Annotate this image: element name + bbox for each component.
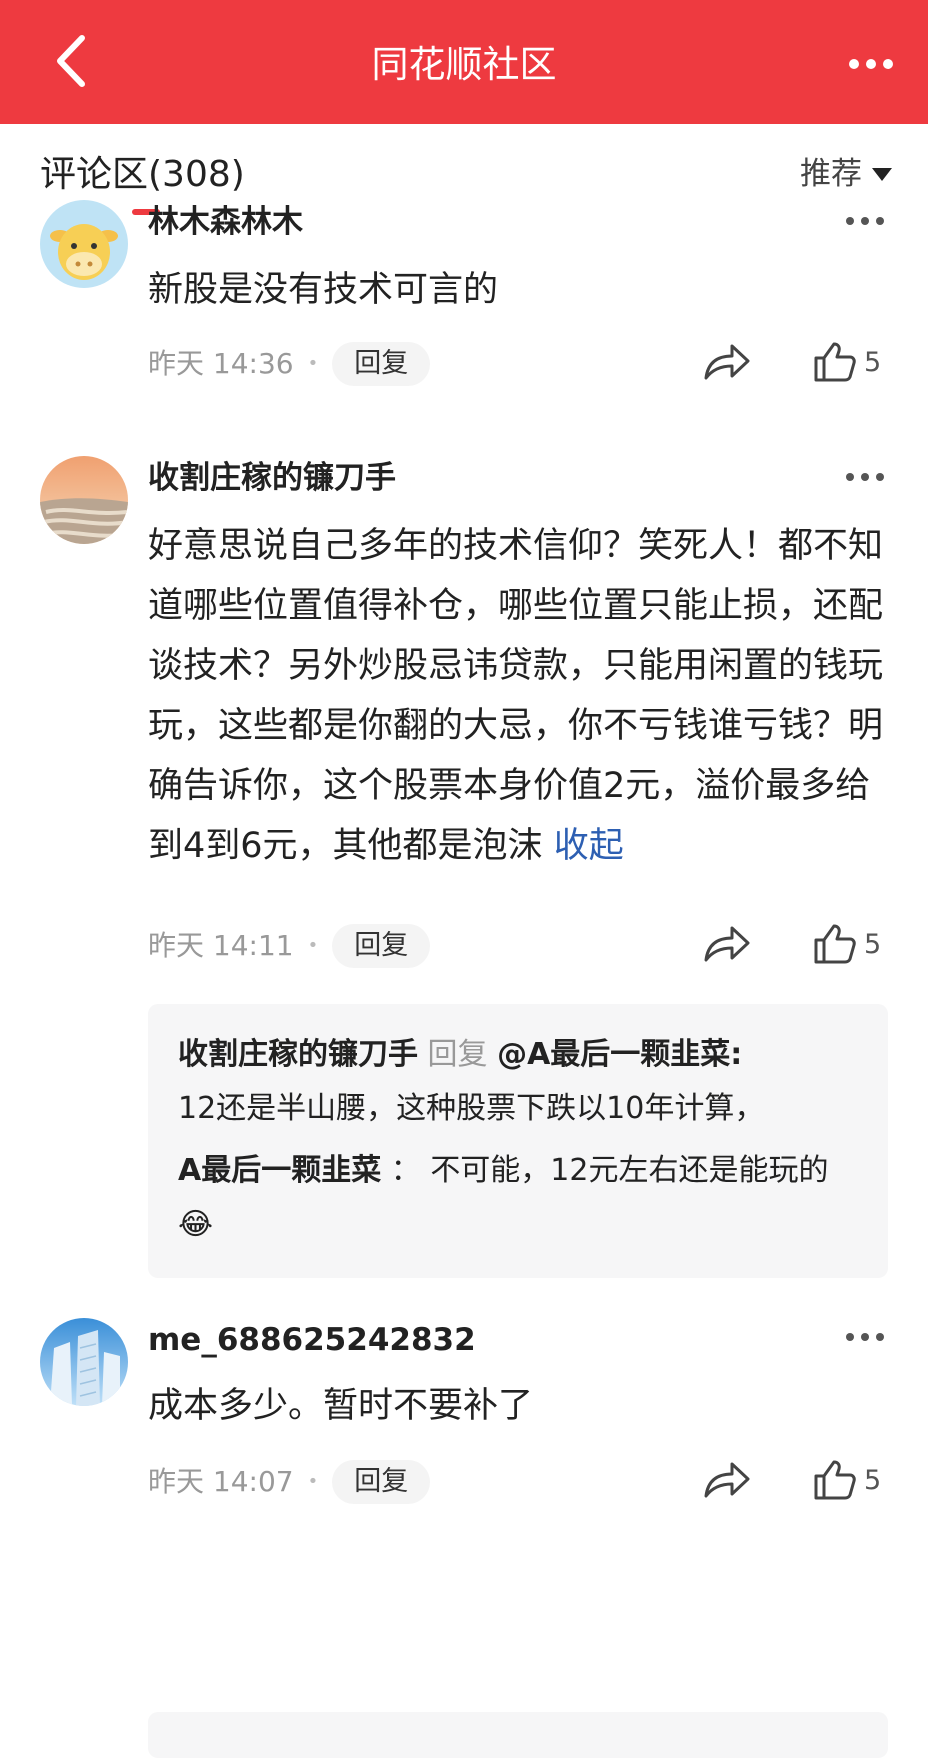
more-dots-icon [846, 473, 884, 481]
top-navigation-bar: 同花顺社区 [0, 0, 928, 124]
more-dots-icon [846, 217, 884, 225]
replies-box-partial [148, 1712, 888, 1758]
comment-time: 昨天 14:11 [148, 929, 294, 962]
like-count: 5 [864, 346, 882, 378]
like-button[interactable]: 5 [812, 1458, 906, 1502]
reply-username[interactable]: 收割庄稼的镰刀手 [178, 1037, 418, 1072]
username[interactable]: 林木森林木 [148, 200, 303, 244]
like-button[interactable]: 5 [812, 340, 906, 384]
share-button[interactable] [700, 922, 752, 966]
comment-meta: 昨天 14:07 • 回复 [148, 1460, 431, 1504]
like-count: 5 [864, 928, 882, 960]
comment-more-button[interactable] [842, 206, 888, 236]
comment-meta: 昨天 14:36 • 回复 [148, 342, 431, 386]
replies-box: 收割庄稼的镰刀手 回复 @A最后一颗韭菜: 12还是半山腰，这种股票下跌以10年… [148, 1004, 888, 1278]
comment-text: 新股是没有技术可言的 [148, 270, 499, 310]
reply-word: 回复 [427, 1037, 488, 1072]
comment-text: 好意思说自己多年的技术信仰？笑死人！都不知道哪些位置值得补仓，哪些位置只能止损，… [148, 516, 893, 876]
comment-text: 成本多少。暂时不要补了 [148, 1386, 534, 1426]
comment-time: 昨天 14:07 [148, 1465, 294, 1498]
avatar[interactable] [40, 456, 128, 544]
like-count: 5 [864, 1464, 882, 1496]
reply-username[interactable]: A最后一颗韭菜 [178, 1153, 381, 1188]
thumbs-up-icon [814, 342, 856, 382]
comment-item: 收割庄稼的镰刀手 好意思说自己多年的技术信仰？笑死人！都不知道哪些位置值得补仓，… [0, 456, 928, 1406]
reply-button[interactable]: 回复 [332, 924, 431, 968]
comment-more-button[interactable] [842, 1322, 888, 1352]
caret-down-icon [872, 167, 892, 181]
reply-item[interactable]: 收割庄稼的镰刀手 回复 @A最后一颗韭菜: 12还是半山腰，这种股票下跌以10年… [178, 1028, 868, 1136]
reply-item[interactable]: A最后一颗韭菜 ： 不可能，12元左右还是能玩的 😂 [178, 1144, 868, 1252]
collapse-link[interactable]: 收起 [554, 826, 624, 866]
dot-separator: • [307, 935, 319, 956]
comment-meta: 昨天 14:11 • 回复 [148, 924, 431, 968]
page-title: 同花顺社区 [371, 43, 557, 86]
username[interactable]: 收割庄稼的镰刀手 [148, 456, 396, 500]
comment-more-button[interactable] [842, 462, 888, 492]
comments-section-title: 评论区(308) [40, 154, 245, 195]
reply-target[interactable]: @A最后一颗韭菜: [497, 1037, 742, 1072]
share-arrow-icon [704, 344, 750, 380]
more-options-button[interactable] [836, 44, 906, 84]
reply-separator: ： [390, 1153, 421, 1188]
comment-time: 昨天 14:36 [148, 347, 294, 380]
dot-separator: • [307, 353, 319, 374]
landscape-avatar-icon [40, 456, 128, 544]
laughing-emoji-icon: 😂 [178, 1207, 214, 1242]
share-button[interactable] [700, 340, 752, 384]
building-avatar-icon [40, 1318, 128, 1406]
reply-text: 不可能，12元左右还是能玩的 [430, 1153, 829, 1188]
reply-text: 12还是半山腰，这种股票下跌以10年计算， [178, 1091, 765, 1126]
reply-button[interactable]: 回复 [332, 1460, 431, 1504]
username[interactable]: me_688625242832 [148, 1318, 476, 1362]
more-dots-icon [846, 1333, 884, 1341]
thumbs-up-icon [814, 1460, 856, 1500]
share-arrow-icon [704, 926, 750, 962]
like-button[interactable]: 5 [812, 922, 906, 966]
thumbs-up-icon [814, 924, 856, 964]
share-button[interactable] [700, 1458, 752, 1502]
comment-text-content: 好意思说自己多年的技术信仰？笑死人！都不知道哪些位置值得补仓，哪些位置只能止损，… [148, 526, 884, 866]
cow-avatar-icon [40, 200, 128, 288]
share-arrow-icon [704, 1462, 750, 1498]
avatar[interactable] [40, 200, 128, 288]
avatar[interactable] [40, 1318, 128, 1406]
comment-item: 林木森林木 新股是没有技术可言的 昨天 14:36 • 回复 5 [0, 200, 928, 410]
sort-label: 推荐 [800, 156, 862, 192]
reply-button[interactable]: 回复 [332, 342, 431, 386]
comment-item: me_688625242832 成本多少。暂时不要补了 昨天 14:07 • 回… [0, 1318, 928, 1558]
sort-dropdown[interactable]: 推荐 [800, 151, 892, 197]
dot-separator: • [307, 1471, 319, 1492]
more-dots-icon [849, 59, 893, 69]
